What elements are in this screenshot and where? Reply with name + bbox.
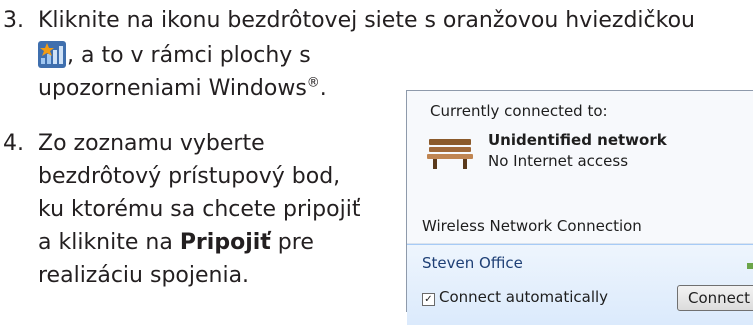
current-connection-section: Currently connected to: Unidentified net… — [407, 91, 753, 210]
network-list-item[interactable]: Steven Office ✓ Connect automatically Co… — [407, 244, 753, 325]
step-3-line-3-end: . — [319, 76, 327, 101]
signal-strength-icon — [747, 263, 753, 269]
network-status: No Internet access — [488, 152, 629, 170]
step-4-text: Zo zoznamu vyberte bezdrôtový prístupový… — [38, 127, 398, 292]
step-3-line-3: upozorneniami Windows®. — [38, 72, 327, 105]
step-3-number: 3. — [3, 8, 24, 33]
step-4-line-1: Zo zoznamu vyberte — [38, 131, 265, 156]
step-3-line-3-text: upozorneniami Windows — [38, 76, 307, 101]
available-network-name: Steven Office — [422, 254, 523, 272]
connect-automatically-checkbox[interactable]: ✓ — [422, 293, 435, 306]
connect-button[interactable]: Connect — [677, 285, 753, 311]
registered-mark: ® — [306, 75, 320, 91]
step-4-line-2: bezdrôtový prístupový bod, — [38, 164, 341, 189]
step-4-line-4-pre: a kliknite na — [38, 230, 180, 255]
network-name: Unidentified network — [488, 131, 667, 149]
step-4-line-4-post: pre — [270, 230, 314, 255]
connect-automatically-label: Connect automatically — [439, 288, 609, 306]
wireless-connection-label: Wireless Network Connection — [422, 217, 642, 235]
network-popup: Currently connected to: Unidentified net… — [406, 90, 753, 325]
wireless-connection-header: Wireless Network Connection — [407, 209, 753, 244]
step-3-line-1: Kliknite na ikonu bezdrôtovej siete s or… — [38, 8, 695, 33]
bench-icon — [427, 139, 473, 169]
connect-keyword: Pripojiť — [179, 230, 271, 255]
step-4-line-3: ku ktorému sa chcete pripojiť — [38, 197, 361, 222]
step-4-line-4: a kliknite na Pripojiť pre — [38, 226, 398, 259]
step-3-line-2: , a to v rámci plochy s — [38, 39, 311, 72]
step-4-number: 4. — [3, 131, 24, 156]
wireless-network-star-icon — [38, 41, 66, 68]
currently-connected-label: Currently connected to: — [430, 102, 608, 120]
step-3-line-2-text: , a to v rámci plochy s — [67, 43, 311, 68]
step-4-line-5: realizáciu spojenia. — [38, 263, 250, 288]
